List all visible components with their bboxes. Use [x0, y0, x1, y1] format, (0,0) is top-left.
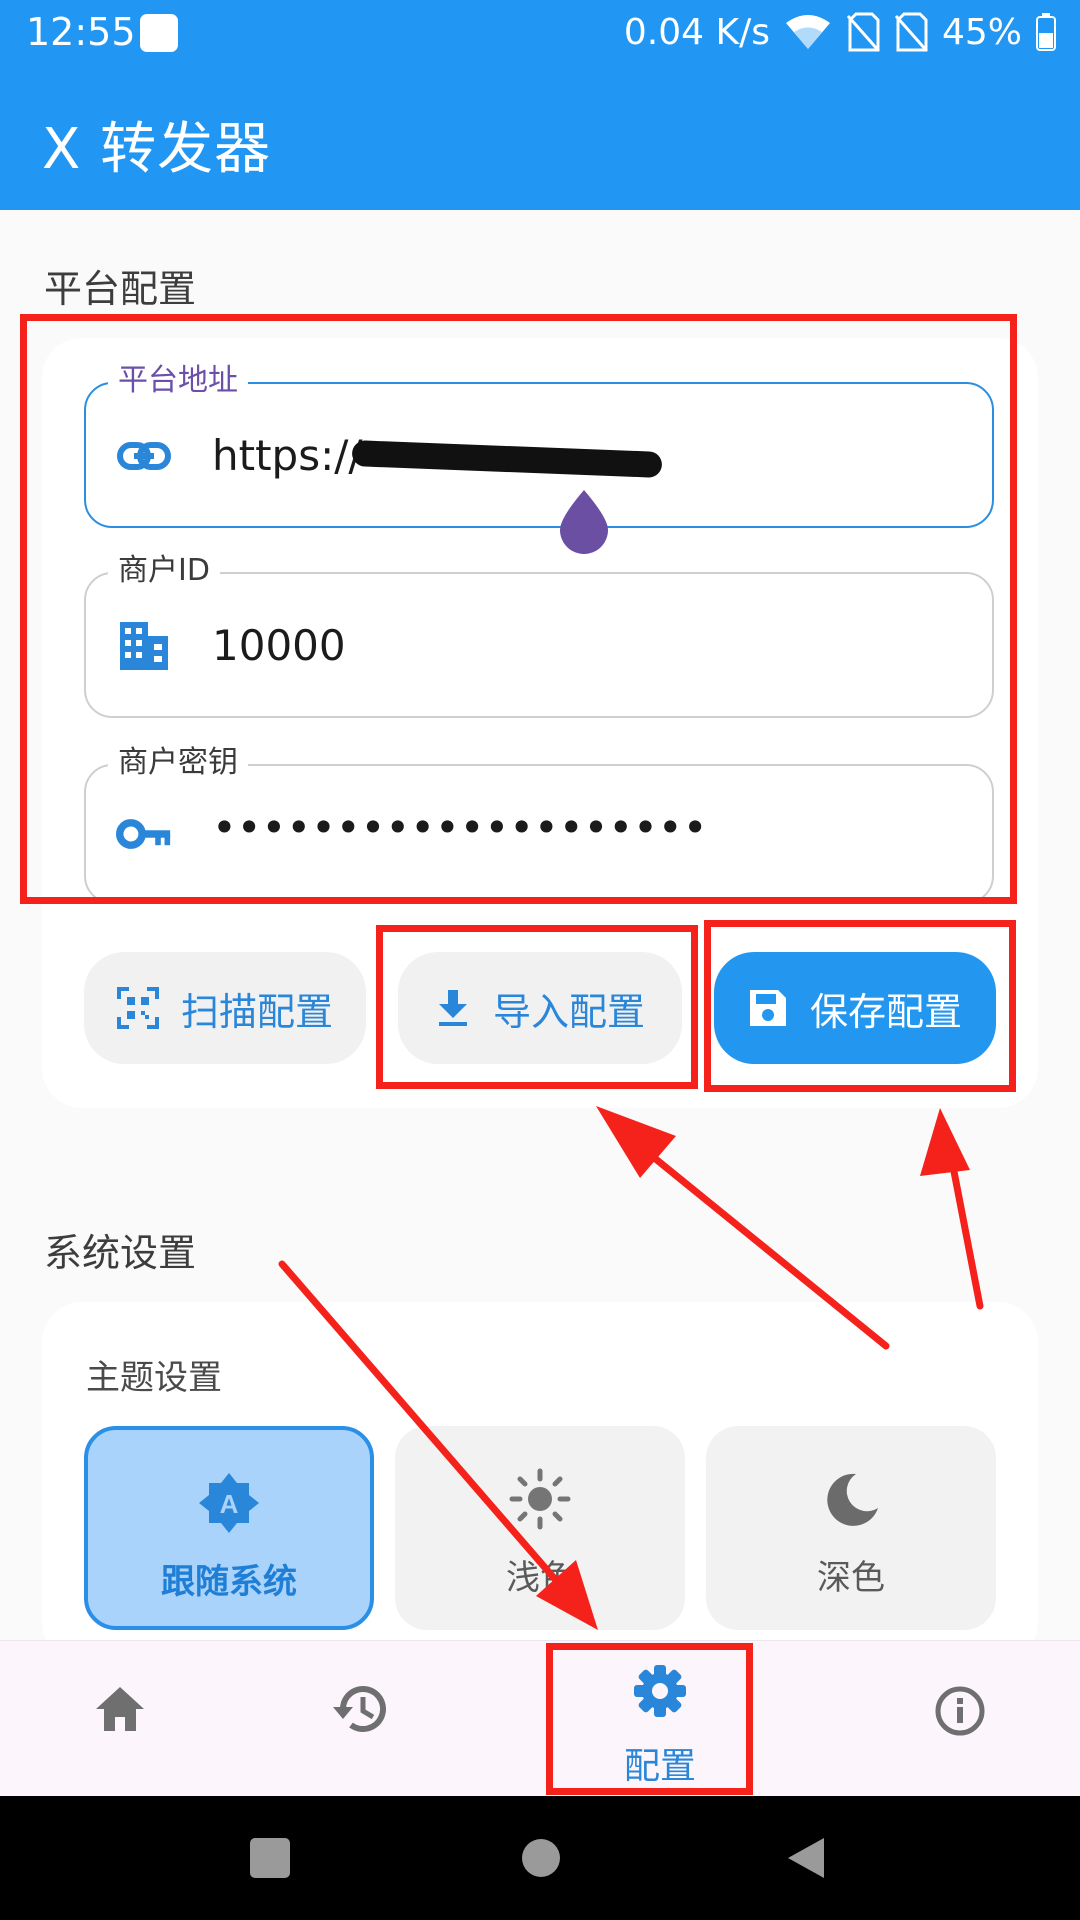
nav-history[interactable] — [260, 1641, 460, 1797]
key-icon — [116, 819, 171, 849]
wifi-icon — [785, 15, 830, 49]
nav-config[interactable]: 配置 — [560, 1641, 760, 1797]
merchant-id-value: 10000 — [212, 621, 346, 670]
theme-option-dark-label: 深色 — [817, 1558, 885, 1598]
bottom-navigation: 配置 — [0, 1640, 1080, 1797]
nav-about[interactable] — [860, 1641, 1060, 1797]
theme-option-system-label: 跟随系统 — [161, 1562, 297, 1602]
home-icon — [96, 1687, 144, 1731]
import-config-button[interactable]: 导入配置 — [398, 952, 682, 1064]
theme-option-system[interactable]: A 跟随系统 — [84, 1426, 374, 1630]
merchant-key-value: •••••••••••••••••••• — [212, 803, 708, 852]
building-icon — [120, 622, 168, 670]
app-bar: 12:55 0.04 K/s 45% X 转发器 — [0, 0, 1080, 210]
merchant-id-label: 商户ID — [108, 548, 220, 594]
platform-url-value: https:// — [212, 431, 363, 480]
theme-settings-title: 主题设置 — [86, 1358, 222, 1398]
nav-config-label: 配置 — [623, 1746, 696, 1787]
nav-home[interactable] — [20, 1641, 220, 1797]
settings-icon — [634, 1665, 686, 1717]
floppy-disk-icon — [749, 990, 786, 1026]
save-config-label: 保存配置 — [809, 989, 962, 1034]
net-speed: 0.04 K/s — [623, 11, 770, 53]
status-indicators: 0.04 K/s 45% — [624, 10, 1056, 54]
info-icon — [935, 1686, 985, 1736]
system-section-title: 系统设置 — [44, 1231, 197, 1275]
platform-section-title: 平台配置 — [44, 267, 197, 311]
merchant-key-field[interactable]: 商户密钥 •••••••••••••••••••• — [84, 740, 994, 904]
text-cursor-handle[interactable] — [556, 488, 612, 556]
system-navigation-bar — [0, 1796, 1080, 1920]
save-config-button[interactable]: 保存配置 — [714, 952, 996, 1064]
link-icon — [117, 442, 171, 470]
arrow-to-save — [942, 1126, 984, 1310]
auto-brightness-icon: A — [199, 1473, 259, 1533]
sun-icon — [509, 1468, 571, 1530]
battery-icon — [1036, 13, 1056, 51]
svg-text:A: A — [220, 1489, 239, 1519]
scan-config-button[interactable]: 扫描配置 — [84, 952, 366, 1064]
notification-icon — [140, 14, 178, 52]
status-time: 12:55 — [26, 10, 136, 54]
app-title: X 转发器 — [42, 117, 272, 182]
home-button-icon[interactable] — [521, 1838, 561, 1878]
back-icon[interactable] — [786, 1836, 826, 1880]
no-sim-icon — [846, 12, 880, 52]
download-icon — [438, 990, 467, 1026]
theme-option-light[interactable]: 浅色 — [395, 1426, 685, 1630]
moon-icon — [827, 1473, 878, 1526]
recents-icon[interactable] — [250, 1838, 290, 1878]
merchant-id-field[interactable]: 商户ID 10000 — [84, 548, 994, 718]
history-icon — [333, 1686, 386, 1732]
theme-option-dark[interactable]: 深色 — [706, 1426, 996, 1630]
merchant-key-label: 商户密钥 — [108, 740, 248, 786]
no-sim-icon-2 — [894, 12, 928, 52]
platform-url-label: 平台地址 — [108, 358, 248, 404]
theme-option-light-label: 浅色 — [506, 1558, 574, 1598]
import-config-label: 导入配置 — [492, 989, 645, 1034]
qr-scan-icon — [116, 987, 159, 1029]
battery-percent: 45% — [941, 11, 1022, 53]
scan-config-label: 扫描配置 — [180, 989, 333, 1034]
